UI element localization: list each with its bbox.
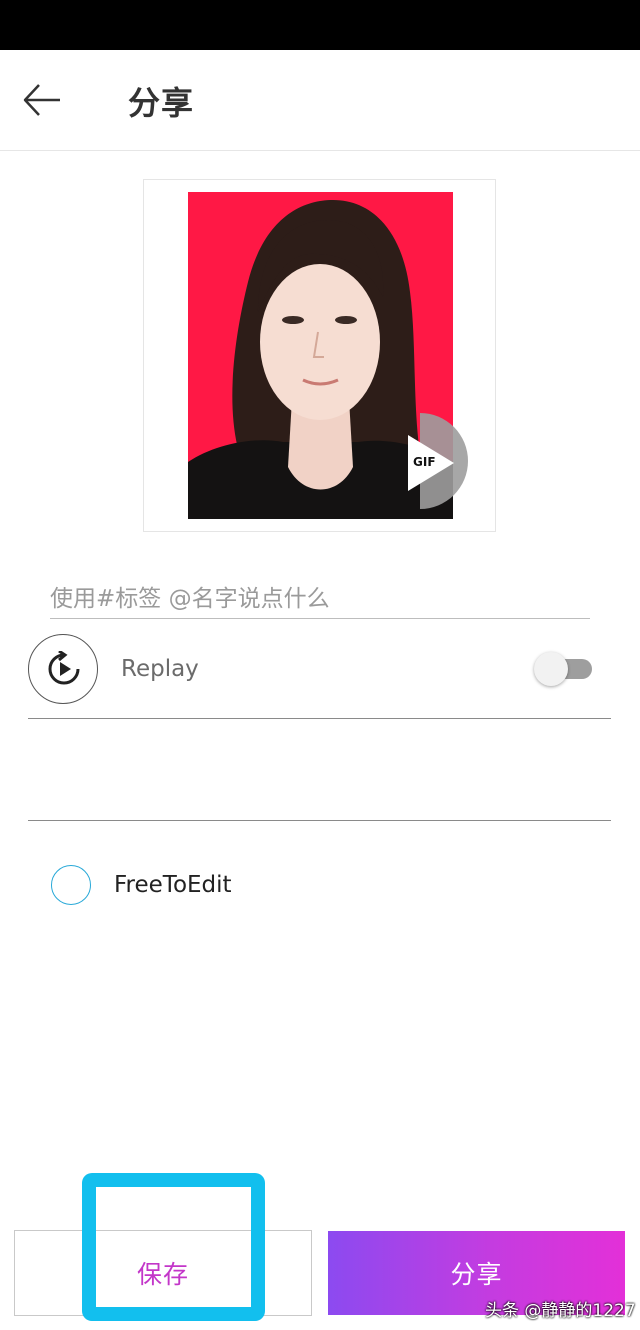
replay-button[interactable] (28, 634, 98, 704)
caption-input[interactable] (50, 580, 590, 619)
replay-label: Replay (121, 656, 199, 682)
save-button-label: 保存 (136, 1260, 189, 1289)
replay-icon (48, 651, 80, 685)
page-title: 分享 (128, 84, 195, 122)
arrow-left-icon (23, 84, 60, 116)
gif-play-icon (408, 413, 468, 509)
header: 分享 (0, 50, 640, 151)
share-button-label: 分享 (450, 1260, 503, 1289)
free-to-edit-label: FreeToEdit (114, 872, 232, 898)
watermark: 头条 @静静的1227 (485, 1301, 636, 1321)
divider (28, 820, 611, 821)
divider (28, 718, 611, 719)
gif-play-button[interactable]: GIF (398, 413, 476, 509)
status-bar (0, 0, 640, 50)
replay-toggle[interactable] (534, 652, 592, 686)
back-button[interactable] (22, 80, 78, 120)
highlight-box (82, 1173, 265, 1321)
gif-badge-label: GIF (413, 455, 436, 469)
toggle-thumb (534, 652, 568, 686)
free-to-edit-radio[interactable] (51, 865, 91, 905)
